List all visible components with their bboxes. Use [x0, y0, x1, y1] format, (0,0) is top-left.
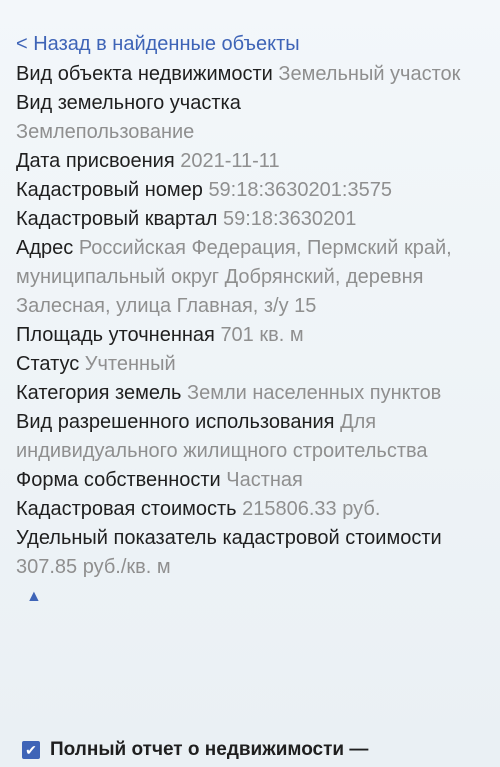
field-value: 701 кв. м — [220, 324, 304, 346]
field-value: 2021-11-11 — [180, 150, 280, 172]
field-cadastral-value: Кадастровая стоимость 215806.33 руб. — [16, 495, 488, 524]
field-ownership-form: Форма собственности Частная — [16, 466, 488, 495]
field-value: 307.85 руб./кв. м — [16, 556, 171, 578]
field-label: Кадастровая стоимость — [16, 498, 237, 520]
property-fields: Вид объекта недвижимости Земельный участ… — [16, 60, 488, 582]
field-value: Земли населенных пунктов — [186, 382, 442, 404]
field-value: 59:18:3630201:3575 — [208, 179, 392, 201]
field-status: Статус Учтенный — [16, 350, 488, 379]
field-label: Кадастровый квартал — [16, 208, 218, 230]
field-label: Площадь уточненная — [16, 324, 215, 346]
field-label: Статус — [16, 353, 80, 375]
field-label: Удельный показатель кадастровой стоимост… — [16, 527, 442, 549]
field-label: Кадастровый номер — [16, 179, 203, 201]
field-value: Частная — [226, 469, 303, 491]
field-cadastral-quarter: Кадастровый квартал 59:18:3630201 — [16, 205, 488, 234]
field-value: 59:18:3630201 — [222, 208, 357, 230]
field-value: 215806.33 руб. — [242, 498, 381, 520]
field-specific-cadastral-value: Удельный показатель кадастровой стоимост… — [16, 524, 488, 582]
field-value: Российская Федерация, Пермский край, мун… — [16, 237, 452, 317]
checkbox-checked-icon[interactable]: ✔ — [22, 741, 40, 759]
field-label: Форма собственности — [16, 469, 221, 491]
field-permitted-use: Вид разрешенного использования Для индив… — [16, 408, 488, 466]
field-value: Землепользование — [16, 121, 195, 143]
field-label: Вид разрешенного использования — [16, 411, 335, 433]
field-label: Вид земельного участка — [16, 92, 241, 114]
back-to-results-link[interactable]: < Назад в найденные объекты — [16, 30, 488, 58]
field-label: Вид объекта недвижимости — [16, 63, 273, 85]
object-details-page: < Назад в найденные объекты Вид объекта … — [0, 0, 500, 767]
triangle-up-icon[interactable]: ▲ — [26, 588, 488, 606]
field-object-type: Вид объекта недвижимости Земельный участ… — [16, 60, 488, 89]
field-cadastral-number: Кадастровый номер 59:18:3630201:3575 — [16, 176, 488, 205]
field-label: Категория земель — [16, 382, 182, 404]
field-land-category: Категория земель Земли населенных пункто… — [16, 379, 488, 408]
field-area: Площадь уточненная 701 кв. м — [16, 321, 488, 350]
field-value: Земельный участок — [278, 63, 461, 85]
field-assignment-date: Дата присвоения 2021-11-11 — [16, 147, 488, 176]
field-value: Учтенный — [84, 353, 176, 375]
field-address: Адрес Российская Федерация, Пермский кра… — [16, 234, 488, 321]
field-label: Адрес — [16, 237, 74, 259]
field-land-type: Вид земельного участка Землепользование — [16, 89, 488, 147]
full-report-label: Полный отчет о недвижимости — — [50, 739, 369, 760]
full-report-option[interactable]: ✔ Полный отчет о недвижимости — — [22, 739, 368, 761]
field-label: Дата присвоения — [16, 150, 175, 172]
